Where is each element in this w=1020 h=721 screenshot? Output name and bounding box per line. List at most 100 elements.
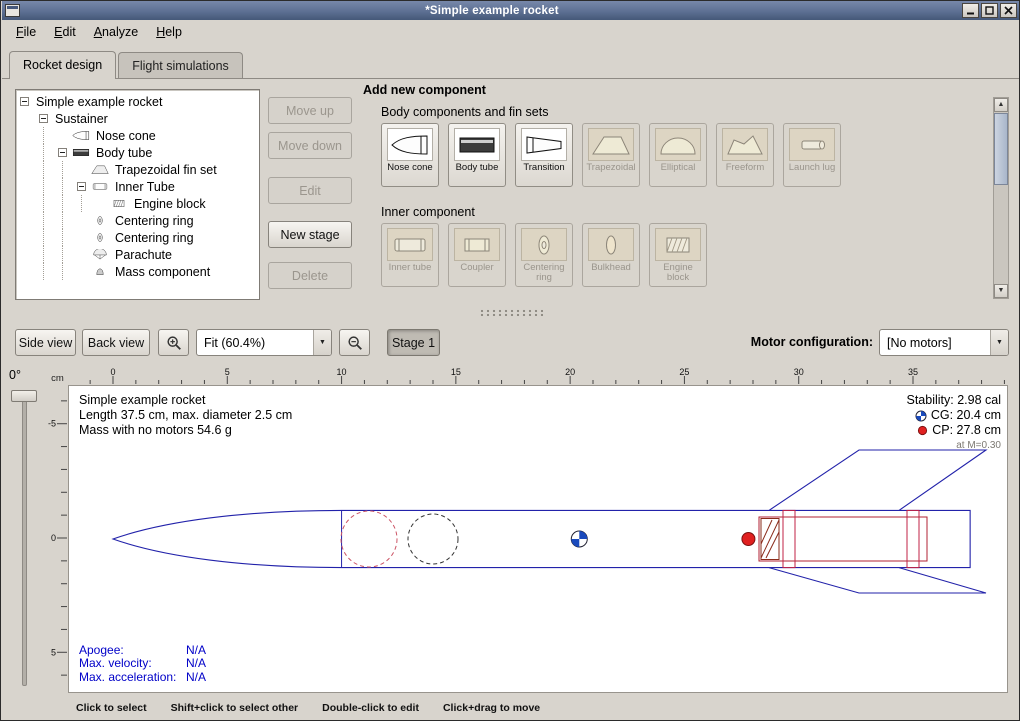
zoom-select[interactable]: Fit (60.4%) ▼ — [196, 329, 332, 356]
tab-rocket-design[interactable]: Rocket design — [9, 51, 116, 79]
move-down-button[interactable]: Move down — [268, 132, 352, 159]
stage-1-toggle[interactable]: Stage 1 — [387, 329, 440, 356]
add-trapezoidal-button[interactable]: Trapezoidal — [582, 123, 640, 187]
rocket-view-canvas[interactable]: Simple example rocket Length 37.5 cm, ma… — [68, 385, 1008, 693]
chevron-down-icon[interactable]: ▼ — [313, 330, 331, 355]
scroll-down-icon[interactable]: ▼ — [994, 284, 1008, 298]
parachute-icon — [90, 249, 112, 260]
chevron-down-icon[interactable]: ▼ — [990, 330, 1008, 355]
titlebar[interactable]: *Simple example rocket — [2, 1, 1020, 20]
tree-indent — [43, 229, 58, 246]
rotation-slider-handle[interactable] — [11, 390, 37, 402]
back-view-button[interactable]: Back view — [82, 329, 150, 356]
tree-item-sustainer[interactable]: Sustainer — [16, 110, 259, 127]
tree-item-centering-ring[interactable]: Centering ring — [16, 212, 259, 229]
zoom-out-button[interactable] — [339, 329, 370, 356]
tree-item-label: Mass component — [112, 265, 213, 279]
component-group-label: Inner component — [381, 205, 475, 219]
zoom-value: Fit (60.4%) — [197, 330, 313, 355]
menu-analyze[interactable]: Analyze — [85, 20, 147, 43]
scroll-up-icon[interactable]: ▲ — [994, 98, 1008, 112]
horizontal-ruler: 05101520253035 — [69, 367, 1007, 385]
tree-item-label: Engine block — [131, 197, 209, 211]
tree-indent — [62, 263, 77, 280]
add-bulkhead-button[interactable]: Bulkhead — [582, 223, 640, 287]
menu-edit[interactable]: Edit — [45, 20, 85, 43]
add-centering-ring-button[interactable]: Centering ring — [515, 223, 573, 287]
component-tree[interactable]: Simple example rocket Sustainer Nose coneB… — [15, 89, 260, 300]
scrollbar-thumb[interactable] — [994, 113, 1008, 185]
add-engine-block-button[interactable]: Engine block — [649, 223, 707, 287]
tree-expander-icon[interactable] — [20, 97, 29, 106]
cg-value: CG: 20.4 cm — [931, 408, 1001, 423]
tree-indent — [20, 127, 39, 144]
scrollbar[interactable]: ▲ ▼ — [993, 97, 1009, 299]
add-inner-tube-button[interactable]: Inner tube — [381, 223, 439, 287]
add-freeform-button[interactable]: Freeform — [716, 123, 774, 187]
tree-item-trapezoidal-fin-set[interactable]: Trapezoidal fin set — [16, 161, 259, 178]
tree-item-label: Sustainer — [52, 112, 111, 126]
close-button[interactable] — [1000, 3, 1017, 18]
add-elliptical-button[interactable]: Elliptical — [649, 123, 707, 187]
mach-note: at M=0.30 — [907, 438, 1002, 453]
trapezoidal-fin-icon — [90, 164, 112, 175]
inner-tube-icon — [387, 228, 433, 261]
tree-expander-icon[interactable] — [77, 182, 86, 191]
edit-button[interactable]: Edit — [268, 177, 352, 204]
tree-indent — [43, 212, 58, 229]
splitter-handle[interactable] — [2, 307, 1020, 318]
menu-help[interactable]: Help — [147, 20, 191, 43]
tree-indent — [20, 212, 39, 229]
tree-item-mass-component[interactable]: Mass component — [16, 263, 259, 280]
zoom-in-button[interactable] — [158, 329, 189, 356]
tree-expander-icon[interactable] — [39, 114, 48, 123]
tree-indent — [20, 263, 39, 280]
tree-connector — [77, 246, 90, 263]
add-transition-button[interactable]: Transition — [515, 123, 573, 187]
add-body-tube-button[interactable]: Body tube — [448, 123, 506, 187]
tree-item-nose-cone[interactable]: Nose cone — [16, 127, 259, 144]
body-tube-icon — [71, 147, 93, 158]
tree-indent — [43, 263, 58, 280]
tree-item-label: Nose cone — [93, 129, 159, 143]
tree-item-parachute[interactable]: Parachute — [16, 246, 259, 263]
add-coupler-button[interactable]: Coupler — [448, 223, 506, 287]
add-nose-cone-button[interactable]: Nose cone — [381, 123, 439, 187]
tree-item-inner-tube[interactable]: Inner Tube — [16, 178, 259, 195]
flight-data-value: N/A — [186, 644, 206, 658]
flight-data-label: Apogee: — [79, 644, 186, 658]
component-button-label: Coupler — [450, 263, 504, 273]
tree-indent — [62, 178, 77, 195]
flight-data: Apogee:N/AMax. velocity:N/AMax. accelera… — [79, 644, 206, 685]
minimize-button[interactable] — [962, 3, 979, 18]
motor-configuration-value: [No motors] — [880, 330, 990, 355]
tree-item-centering-ring[interactable]: Centering ring — [16, 229, 259, 246]
tree-item-engine-block[interactable]: Engine block — [16, 195, 259, 212]
tree-indent — [43, 144, 58, 161]
tree-item-body-tube[interactable]: Body tube — [16, 144, 259, 161]
status-hint: Shift+click to select other — [171, 702, 299, 714]
rocket-dimensions: Length 37.5 cm, max. diameter 2.5 cm — [79, 408, 292, 423]
tree-expander-icon[interactable] — [58, 148, 67, 157]
tree-indent — [20, 246, 39, 263]
engine-block-icon — [655, 228, 701, 261]
new-stage-button[interactable]: New stage — [268, 221, 352, 248]
tab-flight-simulations[interactable]: Flight simulations — [118, 52, 243, 78]
delete-button[interactable]: Delete — [268, 262, 352, 289]
rotation-slider-track[interactable] — [22, 392, 27, 686]
freeform-fin-icon — [722, 128, 768, 161]
motor-configuration-select[interactable]: [No motors] ▼ — [879, 329, 1009, 356]
maximize-button[interactable] — [981, 3, 998, 18]
tree-connector — [58, 127, 71, 144]
move-up-button[interactable]: Move up — [268, 97, 352, 124]
add-launch-lug-button[interactable]: Launch lug — [783, 123, 841, 187]
component-button-label: Engine block — [651, 263, 705, 283]
tree-indent — [43, 178, 58, 195]
launch-lug-icon — [789, 128, 835, 161]
side-view-button[interactable]: Side view — [15, 329, 76, 356]
menu-file[interactable]: File — [7, 20, 45, 43]
window-menu-icon[interactable] — [5, 4, 20, 17]
tree-item-label: Centering ring — [112, 231, 197, 245]
tree-item-simple-example-rocket[interactable]: Simple example rocket — [16, 93, 259, 110]
body-tube-icon — [454, 128, 500, 161]
